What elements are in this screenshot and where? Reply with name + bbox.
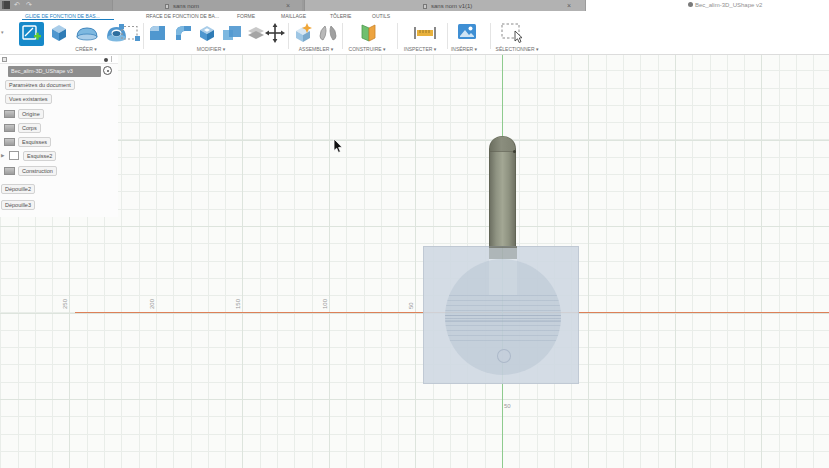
extrude-button[interactable] bbox=[48, 22, 70, 48]
browser-filter-icon[interactable] bbox=[2, 57, 7, 62]
toolbar: ▾ bbox=[0, 20, 829, 55]
ruler-label: 150 bbox=[235, 299, 241, 309]
group-label-inspecter[interactable]: INSPECTER ▾ bbox=[404, 46, 437, 52]
create-sketch-button[interactable] bbox=[19, 22, 44, 50]
insert-image-button[interactable] bbox=[456, 22, 478, 46]
active-document-title: Bec_alim-3D_UShape v2 bbox=[688, 2, 762, 8]
browser-item-corps[interactable]: Corps bbox=[18, 123, 41, 133]
expand-arrow-icon[interactable]: ▶ bbox=[1, 153, 4, 158]
tab-maillage[interactable]: MAILLAGE bbox=[281, 13, 306, 19]
group-label-inserer[interactable]: INSÉRER ▾ bbox=[451, 46, 477, 52]
fillet-button[interactable] bbox=[172, 22, 194, 48]
combine-button[interactable] bbox=[220, 22, 244, 48]
group-label-modifier[interactable]: MODIFIER ▾ bbox=[197, 46, 225, 52]
split-body-button[interactable] bbox=[246, 24, 266, 46]
cylinder-cap bbox=[490, 137, 515, 152]
toolbar-separator bbox=[397, 23, 398, 49]
browser-divider bbox=[111, 56, 112, 62]
tab-surface[interactable]: RFACE DE FONCTION DE BA... bbox=[146, 13, 219, 19]
joint-button[interactable] bbox=[316, 22, 340, 48]
visibility-eye-icon[interactable] bbox=[103, 66, 112, 75]
document-tab-1[interactable]: sans nom × bbox=[112, 0, 302, 11]
plane-top-edge bbox=[489, 246, 517, 248]
undo-icon[interactable]: ↶ bbox=[14, 1, 20, 9]
browser-item-depouille2[interactable]: Dépouille2 bbox=[1, 184, 35, 194]
document-icon bbox=[423, 4, 427, 9]
toolbar-separator bbox=[447, 23, 448, 49]
ribbon-tab-row: GLIDE DE FONCTION DE BAS... RFACE DE FON… bbox=[0, 11, 829, 20]
mouse-cursor bbox=[333, 139, 344, 158]
browser-item-parametres[interactable]: Paramètres du document bbox=[5, 80, 75, 90]
joint-origin-button[interactable] bbox=[118, 23, 142, 47]
fusion-app-window: ↶ ↷ sans nom × sans nom v1(1) × Bec_alim… bbox=[0, 0, 829, 468]
model-cylinder[interactable] bbox=[489, 136, 516, 246]
close-tab-icon[interactable]: × bbox=[567, 2, 571, 9]
title-bar: ↶ ↷ sans nom × sans nom v1(1) × Bec_alim… bbox=[0, 0, 829, 11]
redo-icon[interactable]: ↷ bbox=[26, 1, 32, 9]
ruler-label-y: 50 bbox=[504, 403, 511, 409]
tab-outils[interactable]: OUTILS bbox=[372, 13, 390, 19]
folder-icon[interactable] bbox=[4, 124, 15, 132]
cylinder-below-plane bbox=[489, 247, 517, 259]
browser-item-esquisses[interactable]: Esquisses bbox=[18, 137, 51, 147]
browser-item-construction[interactable]: Construction bbox=[18, 166, 57, 176]
document-icon bbox=[165, 4, 169, 9]
toolbar-separator bbox=[288, 23, 289, 49]
move-button[interactable] bbox=[265, 23, 285, 47]
cylinder-edge-dot bbox=[513, 150, 516, 153]
ruler-label: 50 bbox=[408, 302, 414, 309]
toolbar-separator bbox=[342, 23, 343, 49]
browser-item-origine[interactable]: Origine bbox=[18, 109, 44, 119]
select-button[interactable] bbox=[501, 23, 525, 47]
folder-icon[interactable] bbox=[4, 138, 15, 146]
folder-icon[interactable] bbox=[4, 167, 15, 175]
browser-item-vues[interactable]: Vues existantes bbox=[5, 94, 52, 104]
press-pull-button[interactable] bbox=[147, 22, 169, 48]
browser-item-esquisse2[interactable]: Esquisse2 bbox=[23, 151, 56, 161]
ruler-label: 100 bbox=[322, 299, 328, 309]
app-menu-icon[interactable] bbox=[2, 1, 10, 9]
ruler-label: 250 bbox=[62, 299, 68, 309]
globe-icon bbox=[688, 2, 693, 7]
shell-button[interactable] bbox=[196, 22, 218, 48]
browser-header-strip bbox=[0, 55, 118, 64]
viewport-canvas[interactable]: 250 200 150 100 50 50 Bec_alim-3D_ bbox=[0, 55, 829, 468]
browser-dot-icon[interactable] bbox=[104, 58, 108, 62]
folder-icon[interactable] bbox=[4, 110, 15, 118]
sketch-small-circle bbox=[497, 349, 511, 363]
group-label-construire[interactable]: CONSTRUIRE ▾ bbox=[349, 46, 386, 52]
group-label-assembler[interactable]: ASSEMBLER ▾ bbox=[299, 46, 333, 52]
close-tab-icon[interactable]: × bbox=[286, 2, 290, 9]
revolve-button[interactable] bbox=[74, 22, 100, 48]
tab-forme[interactable]: FORME bbox=[237, 13, 255, 19]
measure-button[interactable] bbox=[413, 25, 437, 45]
toolbar-separator bbox=[143, 23, 144, 49]
sketch-hatch-lines-dense bbox=[445, 315, 561, 324]
tab-tolerie[interactable]: TÔLERIE bbox=[330, 13, 351, 19]
construction-plane-button[interactable] bbox=[356, 22, 379, 48]
browser-item-depouille3[interactable]: Dépouille3 bbox=[1, 200, 35, 210]
sketch-icon[interactable] bbox=[9, 151, 19, 160]
tab-solide[interactable]: GLIDE DE FONCTION DE BAS... bbox=[25, 13, 100, 19]
document-tab-2[interactable]: sans nom v1(1) × bbox=[304, 0, 585, 11]
sketch-plane[interactable] bbox=[423, 246, 579, 384]
toolbar-separator bbox=[490, 23, 491, 49]
new-component-button[interactable] bbox=[292, 22, 315, 48]
group-label-selectionner[interactable]: SÉLECTIONNER ▾ bbox=[496, 46, 539, 52]
workspace-caret-icon[interactable]: ▾ bbox=[1, 29, 4, 35]
browser-root-node[interactable]: Bec_alim-3D_UShape v3 bbox=[8, 66, 101, 77]
group-label-creer[interactable]: CRÉER ▾ bbox=[75, 46, 96, 52]
ruler-label: 200 bbox=[149, 299, 155, 309]
